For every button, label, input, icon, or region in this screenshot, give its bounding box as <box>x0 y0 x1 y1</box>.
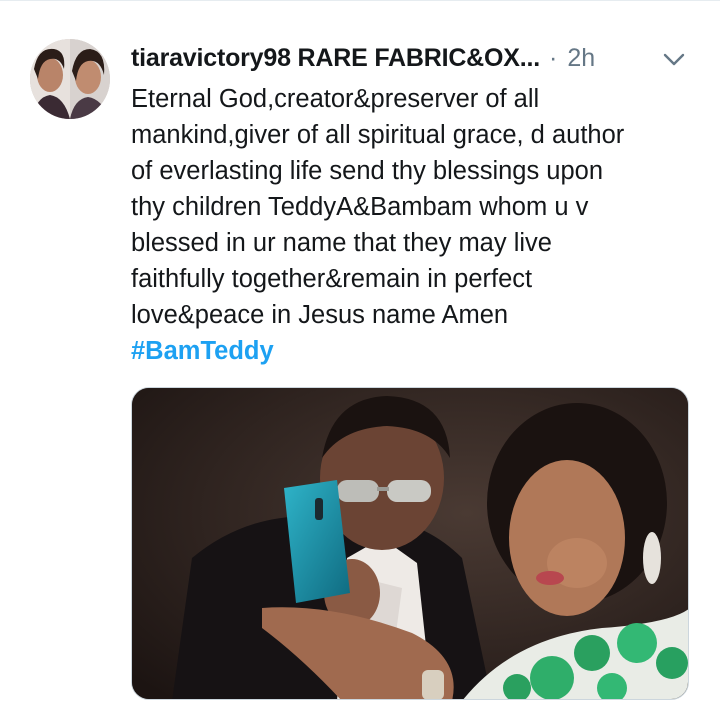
tweet-header: tiaravictory98 RARE FABRIC&OX... · 2h <box>131 39 701 77</box>
tweet-text-line: faithfully together&remain in perfect <box>131 265 533 293</box>
tweet-text-line: love&peace in Jesus name Amen <box>131 301 509 329</box>
separator-dot: · <box>549 43 558 72</box>
tweet-text-line: blessed in ur name that they may live <box>131 229 552 257</box>
hashtag-link[interactable]: #BamTeddy <box>131 333 274 369</box>
tweet-text-line: Eternal God,creator&preserver of all <box>131 85 540 113</box>
author-name[interactable]: tiaravictory98 RARE FABRIC&OX... <box>131 44 540 73</box>
avatar-photo <box>30 39 110 119</box>
tweet-text-line: thy children TeddyA&Bambam whom u v <box>131 193 589 221</box>
tweet-text-line: mankind,giver of all spiritual grace, d … <box>131 121 625 149</box>
avatar[interactable] <box>30 39 110 119</box>
timestamp[interactable]: 2h <box>567 44 595 73</box>
tweet-text-line: of everlasting life send thy blessings u… <box>131 157 604 185</box>
tweet-card[interactable]: tiaravictory98 RARE FABRIC&OX... · 2h Et… <box>0 0 720 711</box>
couple-selfie-photo <box>132 388 688 699</box>
tweet-text: Eternal God,creator&preserver of all man… <box>131 81 701 333</box>
tweet-photo[interactable] <box>131 387 689 700</box>
chevron-down-icon[interactable] <box>662 49 686 69</box>
